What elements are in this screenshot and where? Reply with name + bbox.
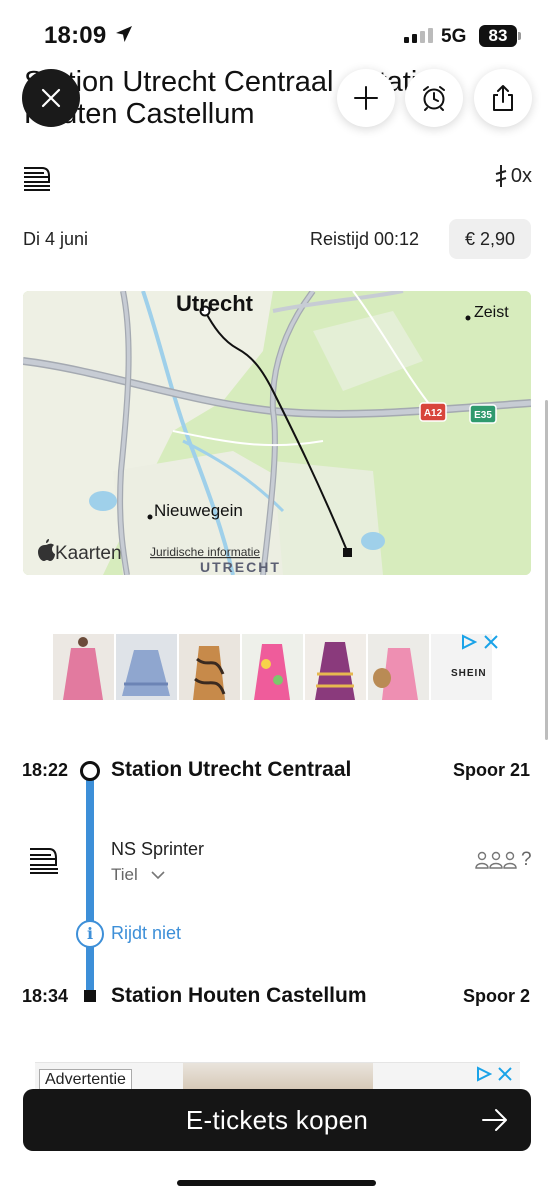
map-label-region: UTRECHT	[200, 559, 281, 575]
status-bar: 18:09 5G 83	[0, 0, 554, 70]
train-icon	[22, 162, 52, 197]
close-button[interactable]	[22, 69, 80, 127]
crowd-indicator[interactable]: ?	[475, 849, 532, 871]
share-icon	[493, 85, 513, 111]
direction-toggle[interactable]: Tiel	[111, 865, 166, 885]
service-name: NS Sprinter	[111, 839, 205, 859]
arrival-time: 18:34	[22, 986, 69, 1006]
chevron-down-icon	[151, 871, 165, 880]
departure-station[interactable]: Station Utrecht Centraal	[111, 758, 351, 782]
close-icon	[41, 88, 61, 108]
crowd-unknown-label: ?	[521, 849, 532, 870]
buy-etickets-button[interactable]: E-tickets kopen	[23, 1089, 531, 1151]
ad-choices[interactable]	[476, 1066, 513, 1082]
arrival-stop-marker	[84, 990, 96, 1002]
timeline-line	[86, 778, 94, 996]
ad-product-image[interactable]	[53, 634, 114, 700]
ad-brand-label: SHEIN	[451, 668, 487, 679]
map-road-a12: A12	[424, 408, 443, 419]
arrival-station[interactable]: Station Houten Castellum	[111, 984, 367, 1008]
price-badge[interactable]: € 2,90	[449, 219, 531, 259]
ad-close-icon[interactable]	[497, 1066, 513, 1082]
map-attribution: Kaarten	[55, 543, 122, 564]
ad-product-image[interactable]	[242, 634, 303, 700]
scrollbar[interactable]	[545, 400, 548, 740]
alarm-button[interactable]	[405, 69, 463, 127]
trip-date: Di 4 juni	[23, 229, 89, 249]
cancellation-notice[interactable]: Rijdt niet	[111, 923, 181, 944]
arrival-platform: Spoor 2	[462, 986, 530, 1006]
departure-platform: Spoor 21	[452, 760, 530, 780]
battery-tip	[518, 32, 521, 40]
ad-image[interactable]	[183, 1063, 373, 1092]
network-type: 5G	[441, 26, 467, 47]
train-icon	[28, 843, 60, 880]
battery-level: 83	[479, 25, 517, 47]
direction-label: Tiel	[111, 865, 138, 884]
map-label-nieuwegein: Nieuwegein	[154, 501, 243, 520]
transfers-count: 0x	[494, 164, 532, 188]
transfer-icon	[495, 165, 507, 187]
ad-close-icon[interactable]	[483, 634, 499, 650]
ad-choices-icon	[462, 634, 477, 650]
alarm-clock-icon	[423, 86, 445, 111]
plus-icon	[354, 86, 378, 110]
ad-product-image[interactable]	[116, 634, 177, 700]
map-legal-link[interactable]: Juridische informatie	[150, 545, 260, 559]
departure-time: 18:22	[22, 760, 69, 780]
ad-banner-top[interactable]	[53, 634, 504, 700]
arrow-right-icon	[482, 1109, 507, 1131]
ad-label: Advertentie	[39, 1069, 132, 1091]
trip-duration: Reistijd 00:12	[310, 229, 420, 249]
location-arrow-icon	[114, 24, 134, 49]
ad-banner-bottom[interactable]: Advertentie	[35, 1062, 520, 1092]
signal-icon	[404, 28, 433, 43]
ad-choices-icon	[477, 1066, 492, 1082]
route-map[interactable]: Utrecht Zeist Nieuwegein A12 E35 UTRECHT…	[23, 291, 531, 575]
home-indicator[interactable]	[177, 1180, 376, 1186]
ad-product-image[interactable]	[305, 634, 366, 700]
info-icon: i	[76, 920, 104, 948]
ad-choices[interactable]	[461, 634, 499, 650]
share-button[interactable]	[474, 69, 532, 127]
map-label-zeist: Zeist	[474, 304, 509, 321]
ad-product-image[interactable]	[368, 634, 429, 700]
status-time: 18:09	[44, 22, 107, 49]
map-road-e35: E35	[474, 410, 492, 421]
ad-product-image[interactable]	[179, 634, 240, 700]
map-label-utrecht: Utrecht	[176, 291, 254, 316]
departure-stop-marker	[80, 761, 100, 781]
crowd-icon	[475, 851, 517, 869]
add-button[interactable]	[337, 69, 395, 127]
transfers-label: 0x	[510, 164, 532, 187]
buy-etickets-label: E-tickets kopen	[185, 1104, 369, 1135]
